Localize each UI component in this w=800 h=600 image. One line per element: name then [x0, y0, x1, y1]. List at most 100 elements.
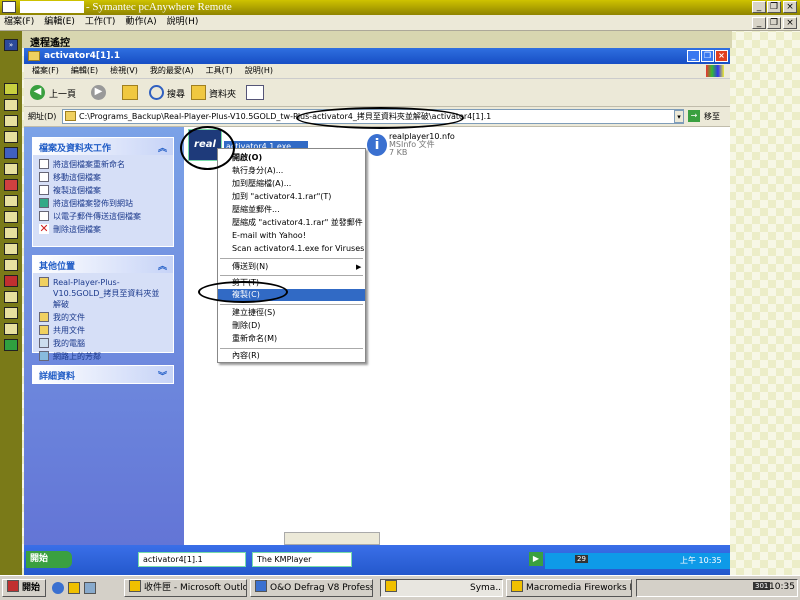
ex-menu-help[interactable]: 說明(H): [245, 64, 273, 78]
ex-menu-favorites[interactable]: 我的最愛(A): [150, 64, 194, 78]
ctx-properties[interactable]: 內容(R): [218, 350, 365, 362]
ctx-add-archive[interactable]: 加到壓縮檔(A)...: [218, 178, 365, 190]
ie-icon[interactable]: [52, 582, 64, 594]
place-shared-documents[interactable]: 共用文件: [33, 324, 173, 337]
ex-menu-file[interactable]: 檔案(F): [32, 64, 59, 78]
ctx-rename[interactable]: 重新命名(M): [218, 333, 365, 345]
task-kmplayer[interactable]: The KMPlayer: [252, 552, 352, 567]
task-rename[interactable]: 將這個檔案重新命名: [33, 158, 173, 171]
ctx-run-as[interactable]: 執行身分(A)...: [218, 165, 365, 177]
forward-arrow-icon[interactable]: ▶: [91, 85, 106, 100]
ctx-scan-viruses[interactable]: Scan activator4.1.exe for Viruses: [218, 243, 365, 255]
expand-chevron-icon[interactable]: ︾: [158, 369, 167, 382]
taskbar: 開始 收件匣 - Microsoft Outlook O&O Defrag V8…: [0, 575, 800, 600]
explorer-restore-button[interactable]: ❐: [701, 50, 714, 62]
file-realplayer-info[interactable]: realplayer10.nfo MSInfo 文件 7 KB: [389, 133, 455, 157]
toolbar-icon-15[interactable]: [4, 339, 18, 351]
menu-edit[interactable]: 編輯(E): [44, 15, 75, 29]
folder-icon: [28, 51, 40, 61]
toolbar-icon-4[interactable]: [4, 147, 18, 159]
place-my-computer[interactable]: 我的電腦: [33, 337, 173, 350]
quicklaunch-icon[interactable]: [68, 582, 80, 594]
toolbar-icon-5[interactable]: [4, 163, 18, 175]
back-arrow-icon[interactable]: ◀: [30, 85, 45, 100]
details-header[interactable]: 詳細資料 ︾: [33, 366, 173, 383]
ex-menu-edit[interactable]: 編輯(E): [71, 64, 98, 78]
ctx-email-yahoo[interactable]: E-mail with Yahoo!: [218, 230, 365, 242]
explorer-close-button[interactable]: ×: [715, 50, 728, 62]
remote-start-button[interactable]: 開始: [26, 551, 72, 568]
pcanywhere-icon: [385, 580, 397, 592]
start-button[interactable]: 開始: [2, 579, 46, 597]
task-fireworks[interactable]: Macromedia Fireworks M...: [506, 579, 632, 597]
ctx-send-to[interactable]: 傳送到(N): [218, 261, 365, 273]
toolbar-icon-10[interactable]: [4, 259, 18, 271]
toolbar-icon-3[interactable]: [4, 131, 18, 143]
collapse-chevron-icon[interactable]: ︽: [158, 141, 167, 154]
task-copy[interactable]: 複製這個檔案: [33, 184, 173, 197]
toolbar-icon-9[interactable]: [4, 243, 18, 255]
outlook-icon: [129, 580, 141, 592]
go-arrow-icon[interactable]: →: [688, 110, 700, 122]
place-parent-folder[interactable]: Real-Player-Plus-V10.5GOLD_拷貝至資料夾並解破: [33, 276, 173, 311]
ctx-compress-rar-email[interactable]: 壓縮成 "activator4.1.rar" 並發郵件: [218, 217, 365, 229]
help-icon[interactable]: [4, 83, 18, 95]
task-delete[interactable]: ✕ 刪除這個檔案: [33, 223, 173, 236]
restore-button[interactable]: ❐: [767, 1, 781, 13]
views-icon[interactable]: [246, 85, 264, 100]
folders-icon[interactable]: [191, 85, 206, 100]
back-button[interactable]: 上一頁: [49, 87, 76, 100]
toolbar-icon-7[interactable]: [4, 211, 18, 223]
folders-button[interactable]: 資料夾: [209, 87, 236, 100]
task-activator[interactable]: activator4[1].1: [138, 552, 246, 567]
toolbar-icon-6[interactable]: [4, 195, 18, 207]
toolbar-icon-1[interactable]: [4, 99, 18, 111]
place-network[interactable]: 網路上的芳鄰: [33, 350, 173, 363]
file-realplayer-size: 7 KB: [389, 148, 408, 157]
ex-menu-tools[interactable]: 工具(T): [206, 64, 233, 78]
inner-minimize-button[interactable]: _: [752, 17, 766, 29]
collapse-chevron-icon[interactable]: ︽: [158, 259, 167, 272]
close-button[interactable]: ×: [783, 1, 797, 13]
ctx-open[interactable]: 開啟(O): [218, 152, 365, 164]
toolbar-icon-12[interactable]: [4, 291, 18, 303]
minimize-button[interactable]: _: [752, 1, 766, 13]
stop-icon[interactable]: [4, 179, 18, 191]
go-button[interactable]: 移至: [704, 111, 720, 122]
address-dropdown-icon[interactable]: ▾: [674, 110, 684, 123]
menu-help[interactable]: 說明(H): [167, 15, 199, 29]
task-publish[interactable]: 將這個檔案發佈到網站: [33, 197, 173, 210]
play-icon[interactable]: ▶: [529, 552, 543, 566]
ctx-compress-email[interactable]: 壓縮並郵件...: [218, 204, 365, 216]
ctx-add-rar[interactable]: 加到 "activator4.1.rar"(T): [218, 191, 365, 203]
toolbar-icon-2[interactable]: [4, 115, 18, 127]
task-move[interactable]: 移動這個檔案: [33, 171, 173, 184]
toolbar-icon-13[interactable]: [4, 307, 18, 319]
task-oo-defrag[interactable]: O&O Defrag V8 Professio...: [250, 579, 373, 597]
inner-close-button[interactable]: ×: [783, 17, 797, 29]
menu-task[interactable]: 工作(T): [85, 15, 116, 29]
menu-action[interactable]: 動作(A): [125, 15, 156, 29]
other-places-header[interactable]: 其他位置 ︽: [33, 256, 173, 273]
file-folder-tasks-header[interactable]: 檔案及資料夾工作 ︽: [33, 138, 173, 155]
toolbar-icon-14[interactable]: [4, 323, 18, 335]
explorer-minimize-button[interactable]: _: [687, 50, 700, 62]
toolbar-icon-8[interactable]: [4, 227, 18, 239]
ctx-create-shortcut[interactable]: 建立捷徑(S): [218, 307, 365, 319]
app-icon[interactable]: [2, 1, 16, 13]
info-icon[interactable]: i: [367, 134, 387, 156]
search-icon[interactable]: [149, 85, 164, 100]
task-outlook[interactable]: 收件匣 - Microsoft Outlook: [124, 579, 247, 597]
task-symantec[interactable]: Syma...: [380, 579, 503, 597]
task-email[interactable]: 以電子郵件傳送這個檔案: [33, 210, 173, 223]
toolbar-icon-11[interactable]: [4, 275, 18, 287]
search-button[interactable]: 搜尋: [167, 87, 185, 100]
desktop-icon[interactable]: [84, 582, 96, 594]
menu-file[interactable]: 檔案(F): [4, 15, 34, 29]
place-my-documents[interactable]: 我的文件: [33, 311, 173, 324]
ctx-delete[interactable]: 刪除(D): [218, 320, 365, 332]
expand-icon[interactable]: »: [4, 39, 18, 51]
ex-menu-view[interactable]: 檢視(V): [110, 64, 138, 78]
up-folder-icon[interactable]: [122, 85, 138, 100]
inner-restore-button[interactable]: ❐: [767, 17, 781, 29]
